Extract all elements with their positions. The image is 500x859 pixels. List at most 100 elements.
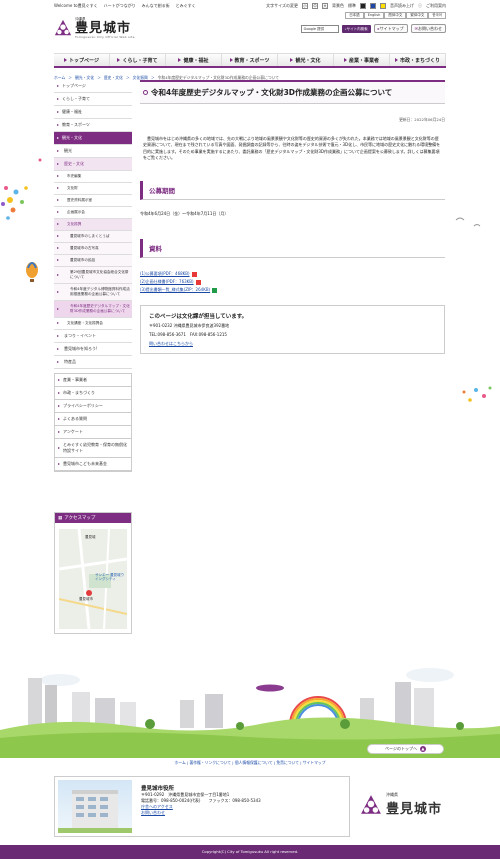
sidebar-item-privacy[interactable]: プライバシーポリシー (55, 400, 131, 413)
gnav-city[interactable]: 市政・まちづくり (390, 54, 446, 66)
gnav-label: 市政・まちづくり (399, 57, 440, 64)
lang-ja[interactable]: 日本語 (345, 12, 364, 19)
info-icon: ⓘ (418, 2, 422, 8)
heart-link[interactable]: ハートがつながり (104, 3, 136, 9)
font-small-button[interactable]: 小 (302, 2, 308, 9)
file-list: (1)公募要項(PDF：468KB) (2)企画仕様書(PDF：763KB) (… (140, 271, 445, 293)
site-search-button[interactable]: ⌕サイト内検索 (341, 24, 371, 33)
sitemap-label: サイトマップ (379, 26, 404, 31)
sidebar-item-survey[interactable]: アンケート (55, 426, 131, 439)
search-input[interactable]: Google 提供 (300, 24, 339, 33)
file-link[interactable]: (1)公募要項(PDF：468KB) (140, 271, 445, 277)
sidebar-subitem[interactable]: 歴史資料展示室 (54, 195, 132, 207)
contact-button[interactable]: ✉お問い合わせ (410, 24, 446, 33)
file-label: (3)提出書類一覧_様式集(ZIP：264KB) (140, 287, 211, 293)
lang-zh-cn[interactable]: 簡体中文 (384, 12, 407, 19)
sidebar-subitem[interactable]: 企画展示会 (54, 207, 132, 219)
arrow-icon (64, 58, 68, 62)
footer-info: 豊見城市役所 〒901-0292 沖縄県豊見城市宜保一丁目1番地1 電話番号：0… (54, 776, 350, 837)
usage-link[interactable]: ご利用案内 (426, 3, 446, 9)
arrow-icon (290, 58, 294, 62)
utility-bar: Welcome to豊見ぐすく ハートがつながり みんなで創る街 とみぐすく 文… (0, 0, 500, 11)
footer-links[interactable]: ホーム | 著作権・リンクについて | 個人情報保護について | 免責について … (0, 758, 500, 768)
color-default-button[interactable]: 標準 (348, 3, 356, 9)
search-button-label: サイト内検索 (346, 26, 368, 31)
gnav-tourism[interactable]: 観光・文化 (278, 54, 334, 66)
sidebar-item-fund[interactable]: 豊見城市こども未来基金 (55, 458, 131, 471)
font-large-button[interactable]: 大 (322, 2, 328, 9)
arrow-icon (117, 58, 121, 62)
sidebar-item-products[interactable]: 特産品 (54, 356, 132, 369)
gnav-label: トップページ (69, 57, 99, 64)
sidebar-item-know[interactable]: 豊見城市を知ろう! (54, 343, 132, 356)
sidebar-subitem[interactable]: 文化財 (54, 183, 132, 195)
file-link[interactable]: (2)企画仕様書(PDF：763KB) (140, 279, 445, 285)
sidebar-subitem[interactable]: 市史編集 (54, 171, 132, 183)
lang-zh-tw[interactable]: 繁体中文 (406, 12, 429, 19)
gnav-top[interactable]: トップページ (54, 54, 110, 66)
gnav-education[interactable]: 教育・スポーツ (222, 54, 278, 66)
sitemap-button[interactable]: ▸サイトマップ (373, 24, 408, 33)
sidebar-item-history[interactable]: 歴史・文化 (54, 158, 132, 171)
sidebar-item-city[interactable]: 市政・まちづくり (55, 387, 131, 400)
file-link[interactable]: (3)提出書類一覧_様式集(ZIP：264KB) (140, 287, 445, 293)
balloons-decoration (1, 158, 42, 282)
color-yellow-button[interactable] (380, 2, 386, 9)
gnav-business[interactable]: 産業・事業者 (334, 54, 390, 66)
global-nav: トップページ くらし・子育て 健康・福祉 教育・スポーツ 観光・文化 産業・事業… (54, 53, 446, 68)
back-to-top-button[interactable]: ページのトップへ ▲ (367, 744, 444, 754)
sidebar-subitem[interactable]: 豊見城市の民話 (54, 255, 132, 267)
font-size-label: 文字サイズの変更 (266, 2, 298, 8)
sidebar-item-top[interactable]: トップページ (54, 80, 132, 93)
sidebar-item-business[interactable]: 産業・事業者 (55, 374, 131, 387)
city-hall-photo (58, 780, 132, 833)
sidebar-subitem-current[interactable]: 令和4年度歴史デジタルマップ・文化財3D作成業務の企画公募について (54, 301, 132, 318)
map-label: 豊見城市 (79, 597, 93, 601)
page-title: 令和4年度歴史デジタルマップ・文化財3D作成業務の企画公募について (140, 80, 445, 104)
access-map[interactable]: 豊見城 サンエー 豊見城ウイングシティ 豊見城市 (59, 529, 127, 629)
sidebar-subitem[interactable]: 第29回豊見城市文化協会総合文化祭について (54, 267, 132, 284)
city-emblem-icon (54, 19, 72, 36)
reader-link[interactable]: 音声読み上げ (390, 3, 414, 9)
sidebar: トップページ くらし・子育て 健康・福祉 教育・スポーツ 観光・文化 観光 歴史… (54, 80, 132, 472)
sidebar-item-free-education[interactable]: とみぐすく幼児教育・保育の無償化特設サイト (55, 439, 131, 458)
sidebar-item-health[interactable]: 健康・福祉 (54, 106, 132, 119)
city-landscape-illustration (0, 640, 500, 758)
tomigusuku-link[interactable]: とみぐすく (176, 3, 196, 9)
arrow-icon (178, 58, 182, 62)
gnav-life[interactable]: くらし・子育て (110, 54, 166, 66)
sidebar-subitem[interactable]: 文化講座・文化振興会 (54, 318, 132, 330)
sidebar-item-education[interactable]: 教育・スポーツ (54, 119, 132, 132)
site-logo[interactable]: 沖縄県 豊見城市 Tomigusuku City Official Web si… (54, 13, 135, 43)
color-blue-button[interactable] (370, 2, 376, 9)
font-medium-button[interactable]: 中 (312, 2, 318, 9)
sidebar-item-culture[interactable]: 文化振興 (54, 219, 132, 231)
color-black-button[interactable] (360, 2, 366, 9)
accessibility-tools: 文字サイズの変更 小 中 大 背景色 標準 音声読み上げ ⓘ ご利用案内 (266, 2, 446, 9)
file-label: (1)公募要項(PDF：468KB) (140, 271, 190, 277)
lang-ko[interactable]: 한국어 (428, 12, 446, 19)
sidebar-item-tourism[interactable]: 観光・文化 (54, 132, 132, 145)
sidebar-item-events[interactable]: まつり・イベント (54, 330, 132, 343)
updated-date: 更新日：2022年06月24日 (399, 117, 445, 122)
welcome-link[interactable]: Welcome to豊見ぐすく (54, 3, 98, 9)
footer-logo: 沖縄県 豊見城市 (360, 792, 442, 817)
sidebar-subitem[interactable]: 豊見城市の古写真 (54, 243, 132, 255)
footer-contact-link[interactable]: お問い合わせ (141, 810, 261, 816)
gnav-health[interactable]: 健康・福祉 (166, 54, 222, 66)
contact-phone: TEL:098-856-3671 FAX:098-856-1215 (149, 332, 227, 338)
arrow-icon (394, 58, 398, 62)
right-decoration (455, 217, 492, 402)
sidebar-item-faq[interactable]: よくある質問 (55, 413, 131, 426)
contact-form-link[interactable]: 問い合わせはこちらから (149, 341, 436, 347)
access-map-header: ▦ アクセスマップ (55, 513, 131, 523)
sidebar-subitem[interactable]: 令和4年度デジタル博物館資料作成活用推進業務の企画公募について (54, 284, 132, 301)
map-icon: ▦ (58, 515, 63, 521)
sidebar-subitem[interactable]: 豊見城市のしまくとぅば (54, 231, 132, 243)
contact-heading: このページは文化課が担当しています。 (149, 314, 248, 321)
lang-en[interactable]: English (363, 12, 385, 19)
sidebar-item-life[interactable]: くらし・子育て (54, 93, 132, 106)
file-label: (2)企画仕様書(PDF：763KB) (140, 279, 194, 285)
town-link[interactable]: みんなで創る街 (142, 3, 170, 9)
sidebar-item-kanko[interactable]: 観光 (54, 145, 132, 158)
